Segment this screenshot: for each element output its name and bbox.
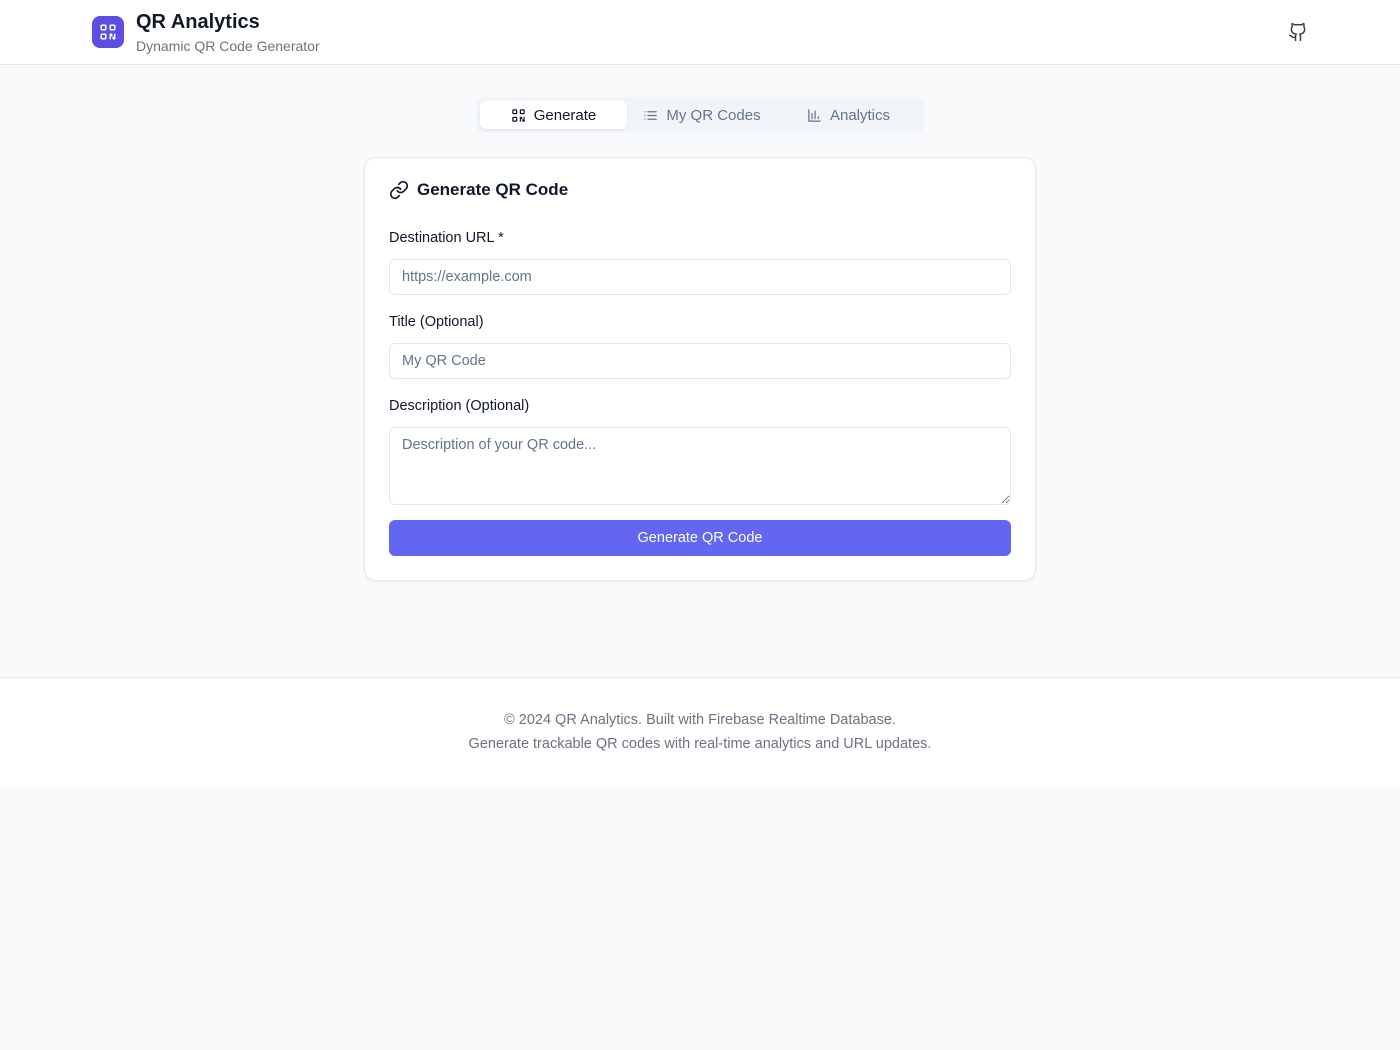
title-label: Title (Optional) [389,314,484,330]
tab-my-qr-codes-label: My QR Codes [666,106,761,124]
url-label: Destination URL * [389,230,504,246]
description-textarea[interactable] [389,427,1011,505]
tab-generate-label: Generate [533,106,597,124]
github-icon[interactable] [1286,20,1310,44]
title-input[interactable] [389,343,1011,379]
qr-code-icon [511,108,525,122]
footer-copyright: © 2024 QR Analytics. Built with Firebase… [504,712,896,728]
qr-code-icon [92,16,124,48]
description-label: Description (Optional) [389,398,530,414]
tab-analytics[interactable]: Analytics [777,101,920,129]
card-title: Generate QR Code [417,180,569,199]
app-title: QR Analytics [136,11,260,33]
link-icon [389,180,409,200]
tab-bar: Generate My QR Codes Analytics [476,97,924,133]
generate-card: Generate QR Code Destination URL * Title… [364,157,1036,581]
footer-tagline: Generate trackable QR codes with real-ti… [468,736,932,752]
tab-my-qr-codes[interactable]: My QR Codes [627,101,777,129]
list-icon [644,110,658,120]
brand: QR Analytics Dynamic QR Code Generator [92,10,320,56]
page-footer: © 2024 QR Analytics. Built with Firebase… [0,677,1400,787]
tab-generate[interactable]: Generate [480,101,627,129]
tab-analytics-label: Analytics [829,106,891,124]
app-header: QR Analytics Dynamic QR Code Generator [0,0,1400,65]
generate-qr-button[interactable]: Generate QR Code [389,520,1011,556]
brand-text: QR Analytics Dynamic QR Code Generator [136,10,320,56]
card-header: Generate QR Code [389,180,568,200]
app-subtitle: Dynamic QR Code Generator [136,38,320,54]
bar-chart-icon [808,108,821,122]
destination-url-input[interactable] [389,259,1011,295]
